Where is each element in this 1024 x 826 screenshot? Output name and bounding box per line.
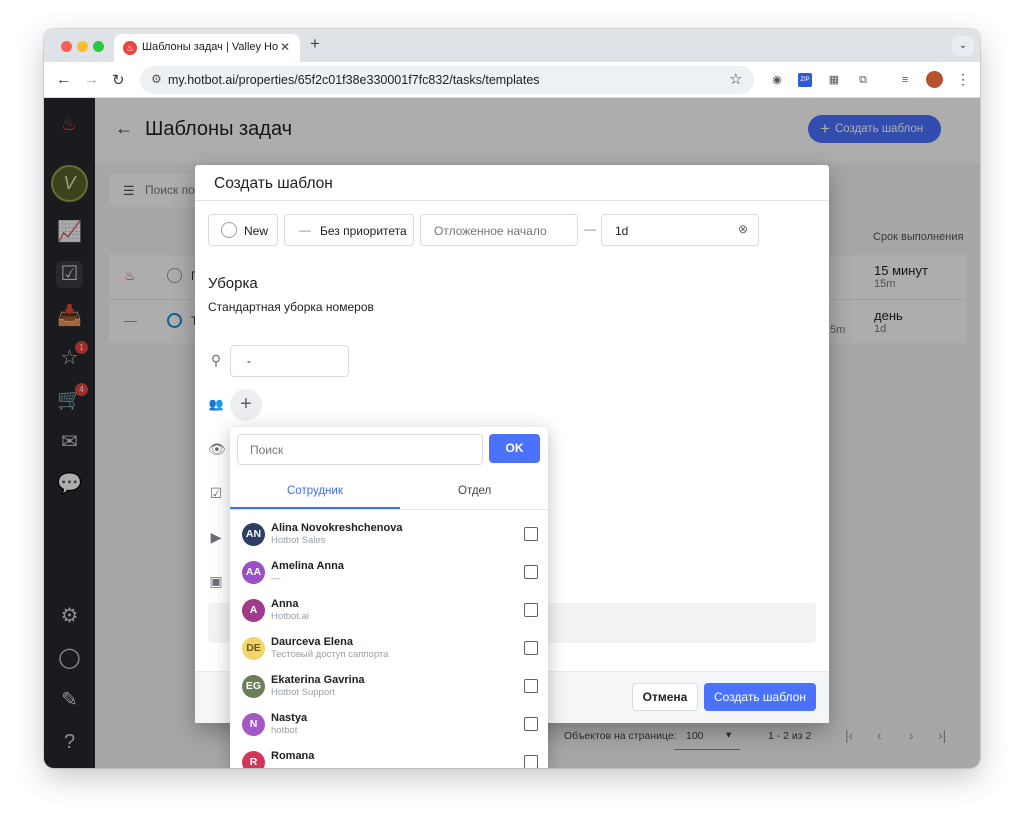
employee-checkbox[interactable]: [524, 565, 538, 579]
url-text: my.hotbot.ai/properties/65f2c01f38e33000…: [168, 73, 540, 87]
task-description[interactable]: Стандартная уборка номеров: [208, 300, 374, 314]
employee-department: —: [271, 573, 281, 584]
avatar: AN: [242, 523, 265, 546]
employee-department: hotbot: [271, 725, 298, 736]
priority-label: Без приоритета: [320, 224, 407, 238]
browser-toolbar: ← → ↻ ⚙ my.hotbot.ai/properties/65f2c01f…: [44, 62, 980, 98]
avatar: DE: [242, 637, 265, 660]
tab-title: Шаблоны задач | Valley Hotel: [142, 41, 278, 53]
assignee-search-input[interactable]: Поиск: [237, 434, 483, 465]
delayed-start-input[interactable]: Отложенное начало: [420, 214, 578, 246]
list-item[interactable]: EG Ekaterina Gavrina Hotbot Support: [230, 668, 548, 706]
profile-avatar[interactable]: [926, 71, 943, 88]
reading-list-icon[interactable]: ≡: [898, 73, 912, 87]
close-tab-icon[interactable]: ✕: [280, 40, 290, 54]
range-dash: —: [584, 222, 596, 236]
employee-checkbox[interactable]: [524, 755, 538, 768]
priority-dash-icon: —: [299, 223, 311, 237]
employee-checkbox[interactable]: [524, 641, 538, 655]
status-selector[interactable]: New: [208, 214, 278, 246]
priority-selector[interactable]: — Без приоритета: [284, 214, 414, 246]
add-assignee-button[interactable]: +: [230, 389, 262, 421]
watchers-eye-icon: 👁: [208, 441, 226, 457]
status-radio-icon: [221, 222, 237, 238]
divider: [195, 200, 829, 201]
assignees-people-icon: 👥: [208, 397, 224, 411]
extensions-icon[interactable]: ⧉: [856, 73, 870, 87]
close-window-button[interactable]: [61, 41, 72, 52]
assignee-picker: Поиск OK Сотрудник Отдел AN Alina Novokre…: [230, 427, 548, 768]
employee-checkbox[interactable]: [524, 717, 538, 731]
browser-menu-icon[interactable]: ⋮: [956, 71, 970, 88]
tab-employee[interactable]: Сотрудник: [287, 485, 343, 497]
reload-icon[interactable]: ↻: [112, 71, 125, 89]
employee-name: Alina Novokreshchenova: [271, 522, 403, 534]
maximize-window-button[interactable]: [93, 41, 104, 52]
dialog-title: Создать шаблон: [214, 175, 333, 192]
divider: [230, 509, 548, 510]
back-icon[interactable]: ←: [56, 71, 71, 88]
new-tab-icon[interactable]: +: [310, 34, 320, 54]
location-value: -: [247, 354, 251, 368]
list-item[interactable]: AN Alina Novokreshchenova Hotbot Sales: [230, 516, 548, 554]
employee-name: Romana: [271, 750, 315, 762]
list-item[interactable]: N Nastya hotbot: [230, 706, 548, 744]
minimize-window-button[interactable]: [77, 41, 88, 52]
avatar: A: [242, 599, 265, 622]
avatar: EG: [242, 675, 265, 698]
app-viewport: ♨ V 📈 ☑ 📥 ☆ 1 🛒 4 ✉ 💬 ⚙ ◯ ✎ ? ← Шаблоны …: [44, 98, 980, 768]
assignee-search-placeholder: Поиск: [250, 443, 284, 457]
list-item[interactable]: A Anna Hotbot.ai: [230, 592, 548, 630]
submit-create-template-button[interactable]: Создать шаблон: [704, 683, 816, 711]
site-settings-icon[interactable]: ⚙: [151, 72, 162, 86]
employee-department: Hotbot Sales: [271, 535, 326, 546]
employee-name: Nastya: [271, 712, 308, 724]
status-label: New: [244, 224, 269, 238]
tag-label-icon: ▶: [210, 529, 222, 545]
avatar: R: [242, 751, 265, 768]
browser-tab[interactable]: ♨ Шаблоны задач | Valley Hotel ✕: [114, 34, 300, 62]
employee-checkbox[interactable]: [524, 679, 538, 693]
duration-input[interactable]: 1d ⊗: [601, 214, 759, 246]
checklist-icon: ☑: [209, 485, 223, 501]
camera-icon[interactable]: ◉: [770, 73, 784, 87]
employee-checkbox[interactable]: [524, 603, 538, 617]
employee-name: Ekaterina Gavrina: [271, 674, 365, 686]
location-pin-icon: ⚲: [210, 352, 222, 368]
clear-icon[interactable]: ⊗: [738, 222, 748, 236]
image-icon: ▣: [209, 573, 223, 589]
browser-window: ♨ Шаблоны задач | Valley Hotel ✕ + ⌄ ← →…: [44, 29, 980, 768]
tab-department[interactable]: Отдел: [458, 485, 491, 497]
delayed-start-placeholder: Отложенное начало: [434, 224, 547, 238]
employee-name: Daurceva Elena: [271, 636, 353, 648]
duration-value: 1d: [615, 224, 629, 238]
task-name[interactable]: Уборка: [208, 275, 258, 292]
employee-name: Anna: [271, 598, 299, 610]
bookmark-star-icon[interactable]: ☆: [729, 70, 742, 88]
employee-department: Тестовый доступ саппорта: [271, 649, 389, 660]
avatar: N: [242, 713, 265, 736]
employee-checkbox[interactable]: [524, 527, 538, 541]
list-item[interactable]: AA Amelina Anna —: [230, 554, 548, 592]
list-item[interactable]: R Romana: [230, 744, 548, 768]
hotbot-favicon-icon: ♨: [123, 41, 137, 55]
employee-name: Amelina Anna: [271, 560, 344, 572]
forward-icon[interactable]: →: [84, 71, 99, 88]
list-item[interactable]: DE Daurceva Elena Тестовый доступ саппорта: [230, 630, 548, 668]
zip-extension-icon[interactable]: ZIP: [798, 73, 812, 87]
avatar: AA: [242, 561, 265, 584]
location-field[interactable]: -: [230, 345, 349, 377]
address-bar[interactable]: ⚙ my.hotbot.ai/properties/65f2c01f38e330…: [140, 66, 754, 94]
employee-department: Hotbot Support: [271, 687, 335, 698]
tab-strip: ♨ Шаблоны задач | Valley Hotel ✕ + ⌄: [44, 29, 980, 62]
assignee-ok-button[interactable]: OK: [489, 434, 540, 463]
cancel-button[interactable]: Отмена: [632, 683, 698, 711]
tab-search-chevron-icon[interactable]: ⌄: [952, 36, 974, 56]
qr-code-icon[interactable]: ▦: [827, 73, 841, 87]
employee-department: Hotbot.ai: [271, 611, 310, 622]
